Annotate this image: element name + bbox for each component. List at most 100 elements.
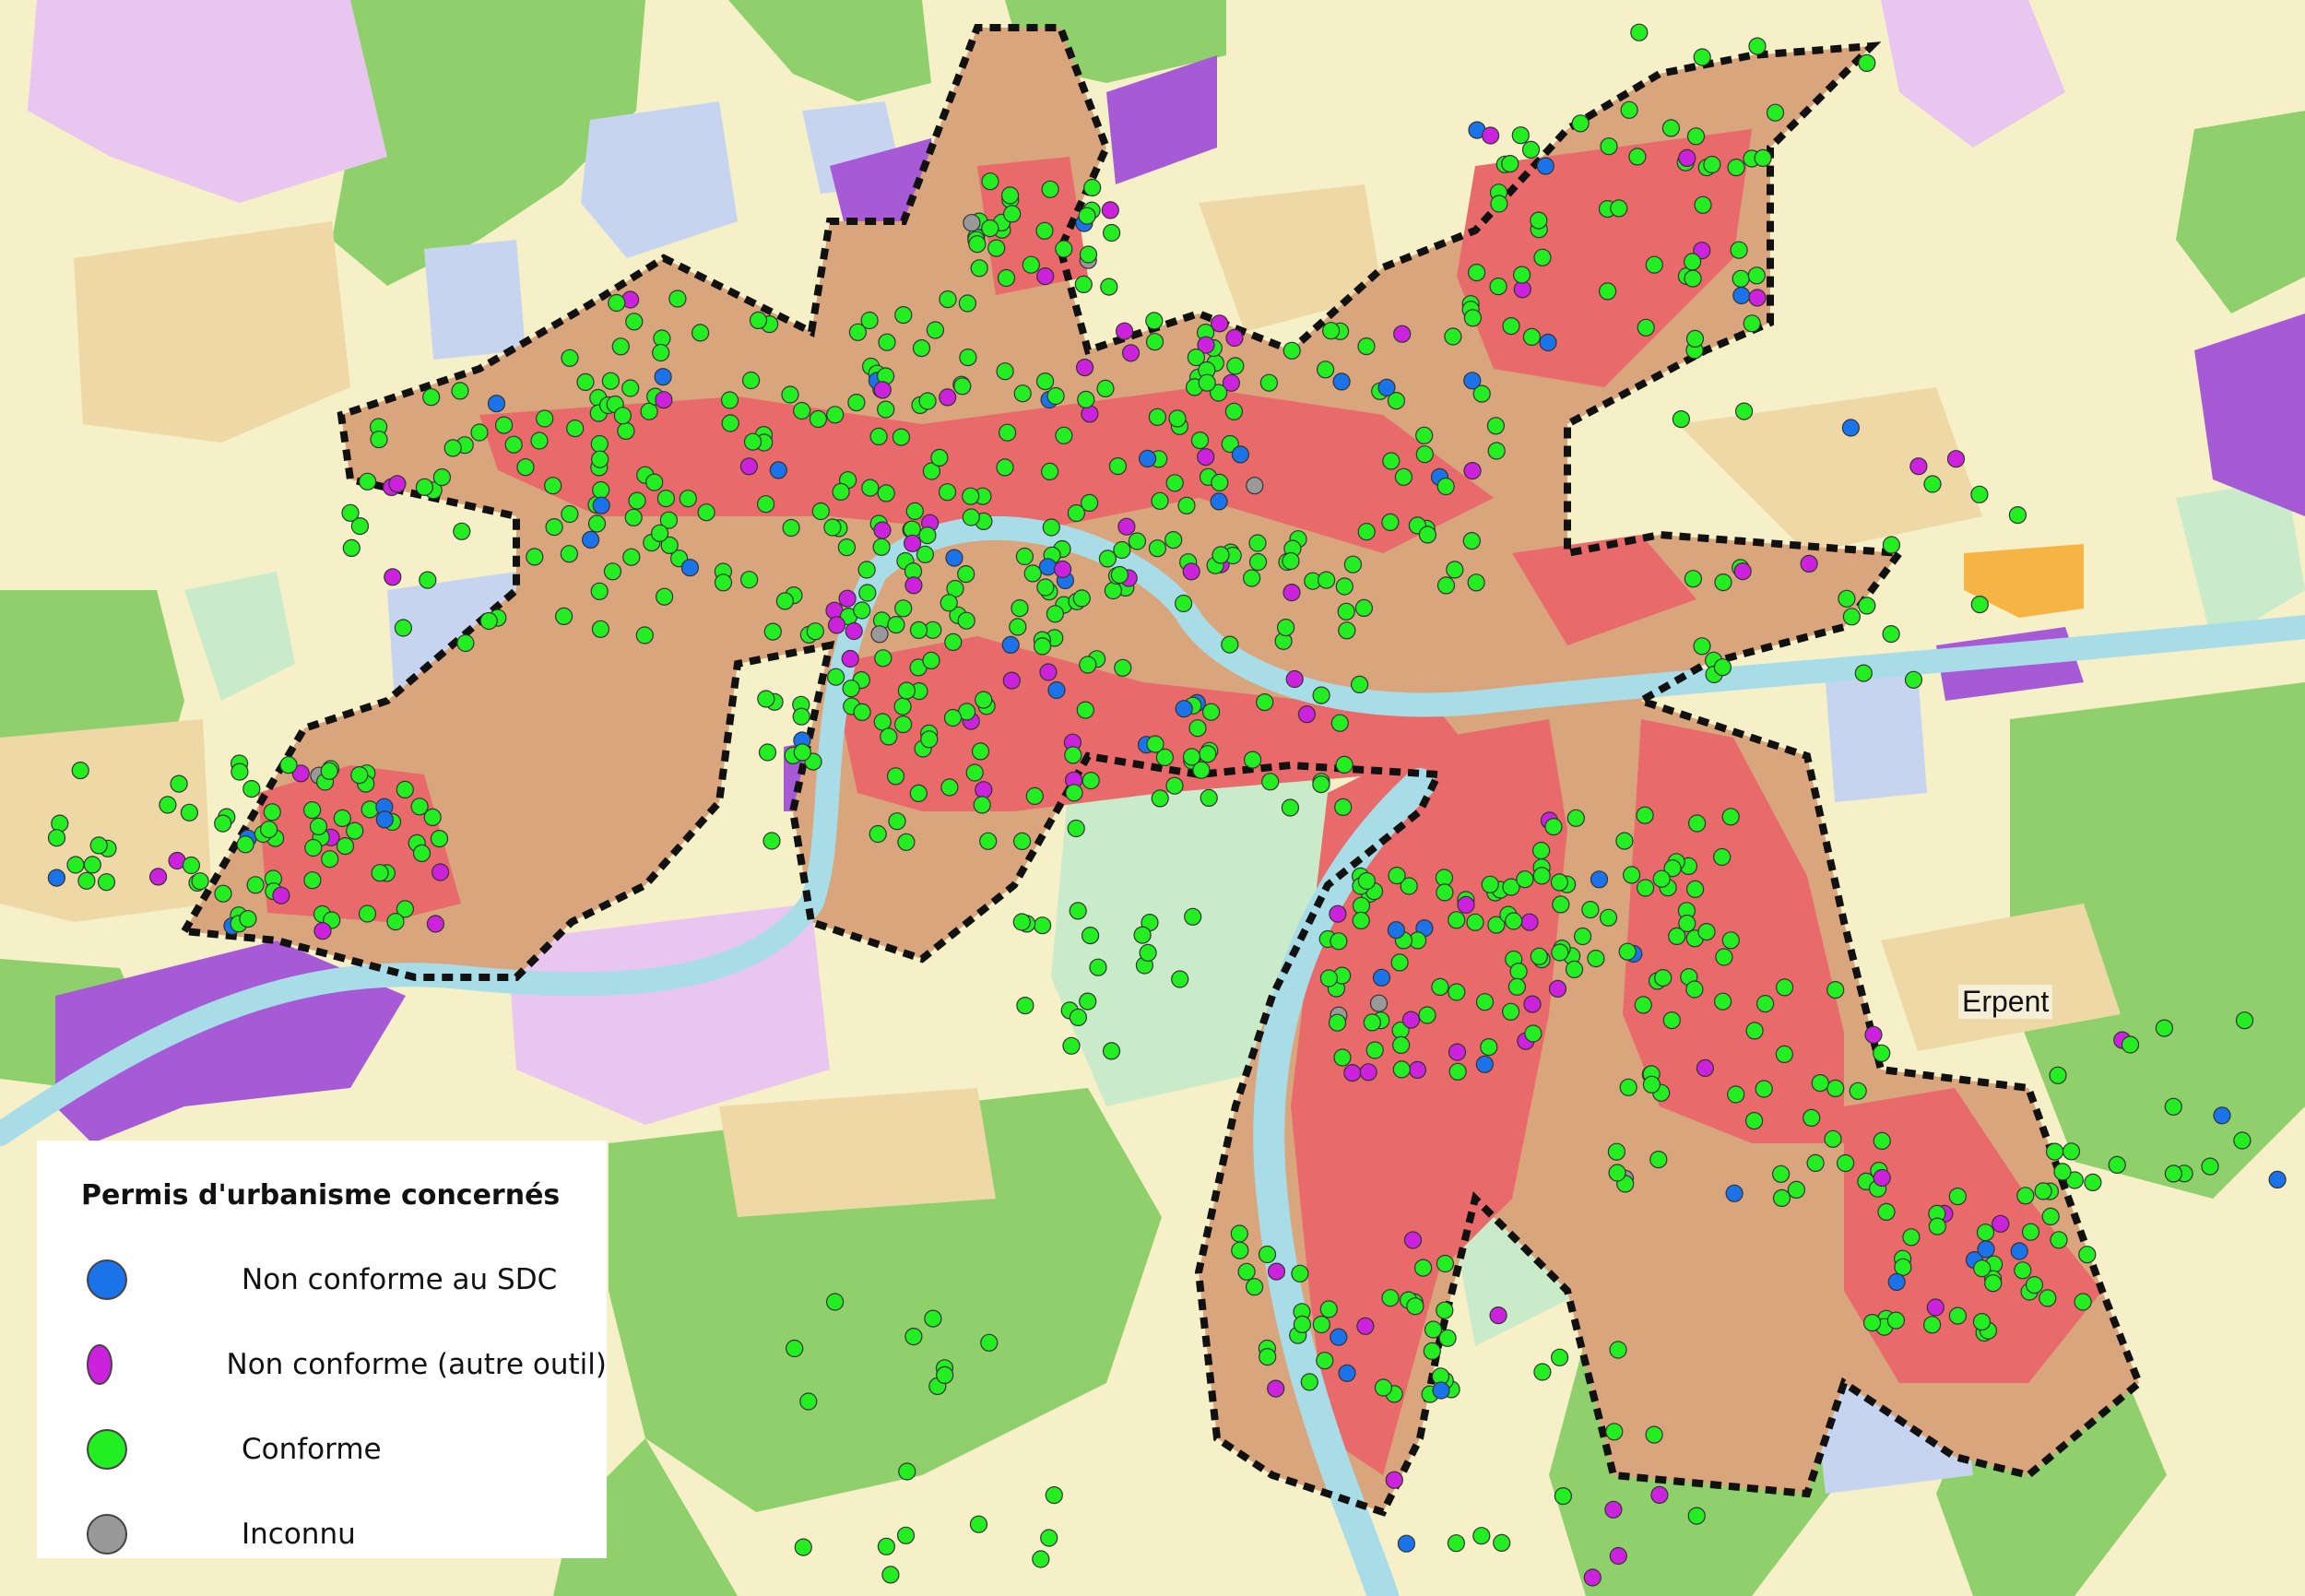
permit-marker	[1501, 1002, 1520, 1021]
permit-marker	[2034, 1182, 2052, 1200]
permit-marker	[838, 589, 857, 608]
permit-marker	[1226, 357, 1245, 375]
permit-marker	[303, 871, 322, 890]
permit-marker	[918, 392, 937, 410]
permit-marker	[1243, 751, 1262, 769]
permit-marker	[359, 472, 377, 491]
permit-marker	[1481, 126, 1500, 145]
permit-marker	[2155, 1019, 2173, 1037]
permit-marker	[1923, 1316, 1942, 1334]
permit-marker	[886, 767, 905, 786]
permit-marker	[2268, 1170, 2287, 1189]
permit-marker	[762, 832, 781, 850]
permit-marker	[1013, 384, 1032, 403]
permit-marker	[590, 582, 609, 600]
permit-marker	[1291, 1264, 1309, 1283]
permit-marker	[1970, 485, 1989, 503]
permit-marker	[1230, 1224, 1248, 1243]
permit-marker	[714, 573, 733, 592]
permit-marker	[591, 620, 610, 638]
permit-marker	[1053, 560, 1072, 579]
permit-marker	[749, 311, 768, 329]
permit-marker	[1369, 994, 1389, 1012]
permit-marker	[2201, 1157, 2219, 1176]
permit-marker	[873, 521, 892, 539]
permit-marker	[857, 561, 876, 579]
permit-marker	[182, 856, 200, 875]
permit-marker	[853, 601, 871, 620]
permit-marker	[1045, 1485, 1063, 1505]
permit-marker	[361, 800, 379, 819]
permit-marker	[1079, 245, 1098, 264]
permit-marker	[1039, 663, 1058, 681]
permit-marker	[1446, 561, 1464, 579]
permit-marker	[668, 290, 687, 308]
permit-marker	[246, 876, 265, 894]
permit-marker	[1312, 774, 1330, 794]
permit-marker	[721, 414, 739, 432]
permit-marker	[1190, 432, 1210, 450]
permit-marker	[1766, 103, 1785, 122]
permit-marker	[1531, 841, 1551, 860]
permit-marker	[1886, 1311, 1905, 1330]
permit-marker	[263, 803, 281, 822]
permit-marker	[1509, 962, 1528, 981]
permit-marker	[1089, 958, 1107, 976]
permit-marker	[1374, 1378, 1393, 1397]
permit-marker	[2016, 1187, 2035, 1205]
permit-marker	[2014, 1261, 2032, 1280]
permit-marker	[1077, 390, 1095, 408]
permit-marker	[1714, 573, 1732, 592]
permit-marker	[1267, 1262, 1286, 1281]
permit-marker	[1732, 269, 1750, 288]
legend-dot-purple	[87, 1344, 112, 1385]
permit-marker	[1224, 402, 1244, 420]
permit-marker	[870, 625, 889, 644]
permit-marker	[1448, 983, 1466, 1001]
permit-marker	[1200, 788, 1218, 808]
permit-marker	[1628, 148, 1647, 166]
permit-marker	[1357, 523, 1376, 541]
permit-marker	[1713, 658, 1732, 677]
permit-marker	[1448, 1043, 1467, 1061]
permit-marker	[2025, 1275, 2044, 1295]
permit-marker	[874, 649, 892, 668]
permit-marker	[640, 402, 658, 420]
permit-marker	[1072, 589, 1091, 608]
permit-marker	[887, 615, 905, 634]
permit-marker	[1332, 372, 1351, 391]
permit-marker	[1806, 1153, 1825, 1173]
permit-marker	[896, 1526, 916, 1544]
permit-marker	[592, 480, 610, 500]
permit-marker	[1754, 148, 1772, 167]
permit-marker	[443, 439, 462, 457]
permit-marker	[1977, 1240, 1995, 1259]
permit-marker	[877, 1537, 896, 1555]
permit-marker	[1467, 573, 1485, 592]
permit-marker	[1909, 457, 1928, 476]
permit-marker	[1069, 902, 1087, 920]
permit-marker	[214, 884, 232, 903]
permit-marker	[1387, 921, 1406, 940]
permit-marker	[1803, 1108, 1821, 1128]
permit-marker	[342, 538, 361, 558]
permit-marker	[650, 524, 669, 542]
permit-marker	[346, 822, 364, 840]
permit-marker	[1609, 1341, 1627, 1359]
permit-marker	[470, 423, 489, 442]
permit-marker	[1406, 1297, 1424, 1316]
permit-marker	[2235, 1011, 2254, 1030]
permit-marker	[1175, 700, 1193, 718]
permit-marker	[1377, 378, 1396, 396]
place-label-erpent: Erpent	[1958, 985, 2053, 1019]
permit-marker	[769, 461, 787, 479]
permit-marker	[1199, 745, 1217, 763]
permit-marker	[1481, 875, 1499, 893]
permit-marker	[680, 559, 700, 577]
permit-marker	[1532, 867, 1551, 885]
permit-marker	[655, 587, 674, 606]
permit-marker	[1877, 1202, 1896, 1222]
permit-marker	[645, 473, 664, 491]
permit-marker	[2053, 1163, 2072, 1181]
permit-marker	[566, 420, 585, 438]
